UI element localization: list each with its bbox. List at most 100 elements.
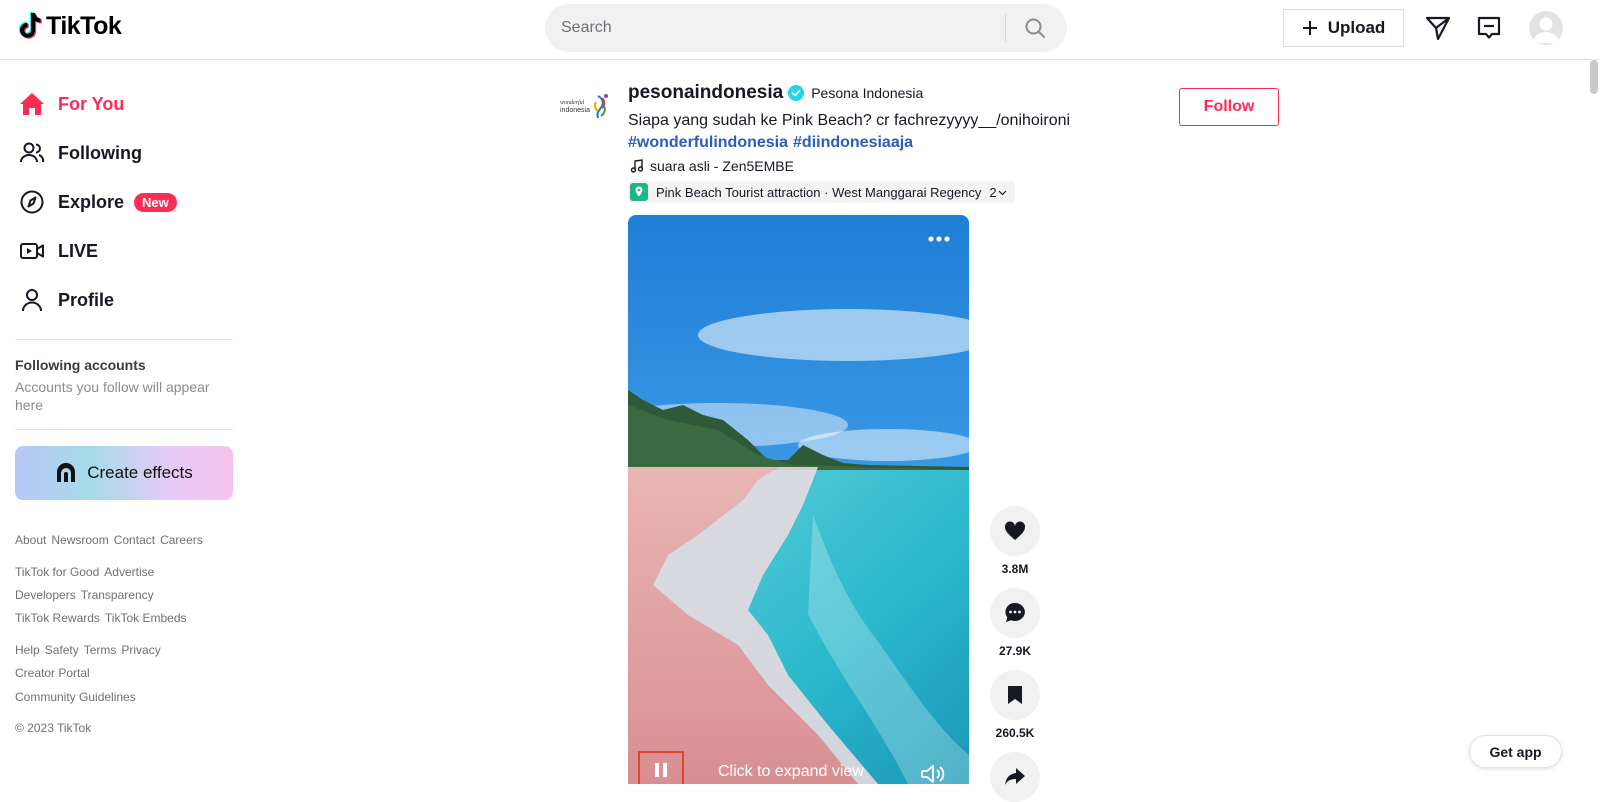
author-info[interactable]: pesonaindonesia Pesona Indonesia bbox=[628, 82, 923, 104]
upload-button[interactable]: Upload bbox=[1283, 9, 1404, 47]
footer-links-row: Creator Portal bbox=[15, 666, 90, 680]
users-icon bbox=[18, 139, 46, 167]
more-options-icon[interactable] bbox=[927, 235, 951, 243]
author-username[interactable]: pesonaindonesia bbox=[628, 82, 783, 104]
copyright: © 2023 TikTok bbox=[15, 721, 91, 735]
comment-button[interactable] bbox=[990, 588, 1040, 638]
search-bar bbox=[545, 4, 1067, 52]
share-icon bbox=[1005, 768, 1025, 785]
logo-word-bottom: indonesia bbox=[560, 107, 590, 114]
author-avatar[interactable]: wonderful indonesia bbox=[558, 90, 614, 126]
share-button[interactable] bbox=[990, 752, 1040, 802]
sidebar-item-label: Profile bbox=[58, 289, 115, 310]
sidebar-item-label: For You bbox=[58, 93, 125, 114]
hashtag-link[interactable]: #wonderfulindonesia bbox=[628, 132, 788, 154]
location-pin-icon bbox=[630, 183, 648, 201]
footer-link[interactable]: Developers bbox=[15, 588, 76, 602]
footer-link[interactable]: Advertise bbox=[104, 565, 154, 579]
footer-link[interactable]: Help bbox=[15, 643, 40, 657]
search-input[interactable] bbox=[545, 4, 1005, 52]
video-frame bbox=[628, 215, 969, 784]
footer-links-row: Community Guidelines bbox=[15, 690, 136, 704]
footer-links-row: Developers Transparency bbox=[15, 588, 154, 602]
video-player[interactable]: Click to expand view bbox=[628, 215, 969, 784]
messages-button[interactable] bbox=[1475, 14, 1503, 42]
sidebar-item-label: Explore bbox=[58, 191, 125, 212]
pause-button[interactable] bbox=[638, 751, 684, 784]
footer-link[interactable]: Safety bbox=[45, 643, 79, 657]
volume-icon[interactable] bbox=[920, 763, 946, 784]
share-action bbox=[990, 752, 1040, 802]
upload-label: Upload bbox=[1327, 18, 1386, 37]
sidebar-item-live[interactable]: LIVE bbox=[18, 237, 98, 265]
footer-link[interactable]: Newsroom bbox=[51, 533, 108, 547]
follow-button[interactable]: Follow bbox=[1179, 88, 1279, 126]
scroll-thumb[interactable] bbox=[1590, 60, 1598, 94]
footer-link[interactable]: Creator Portal bbox=[15, 666, 90, 680]
footer-links-row: TikTok for Good Advertise bbox=[15, 565, 154, 579]
location-count: 2 bbox=[989, 184, 997, 200]
default-avatar-icon bbox=[1533, 17, 1559, 43]
effect-house-icon bbox=[57, 463, 76, 482]
footer-link[interactable]: Privacy bbox=[121, 643, 160, 657]
footer-link[interactable]: TikTok for Good bbox=[15, 565, 99, 579]
inbox-send-button[interactable] bbox=[1424, 14, 1452, 42]
sidebar-item-for-you[interactable]: For You bbox=[18, 90, 124, 118]
sidebar-item-explore[interactable]: Explore New bbox=[18, 188, 177, 216]
music-link[interactable]: suara asli - Zen5EMBE bbox=[630, 158, 794, 174]
footer-link[interactable]: Contact bbox=[114, 533, 155, 547]
bookmark-button[interactable] bbox=[990, 670, 1040, 720]
footer-link[interactable]: About bbox=[15, 533, 46, 547]
location-label: Pink Beach Tourist attraction · West Man… bbox=[656, 184, 982, 200]
footer-link[interactable]: Transparency bbox=[81, 588, 154, 602]
hashtag-link[interactable]: #diindonesiaaja bbox=[793, 132, 913, 154]
sidebar-item-following[interactable]: Following bbox=[18, 139, 142, 167]
footer-link[interactable]: TikTok Embeds bbox=[105, 611, 187, 625]
person-icon bbox=[18, 286, 46, 314]
tiktok-note-icon bbox=[18, 12, 42, 39]
footer-link[interactable]: Terms bbox=[84, 643, 117, 657]
location-count-toggle[interactable]: 2 bbox=[989, 184, 1007, 200]
post-caption: Siapa yang sudah ke Pink Beach? cr fachr… bbox=[628, 112, 1071, 129]
expand-view-hint[interactable]: Click to expand view bbox=[718, 763, 864, 781]
footer-links-row: About Newsroom Contact Careers bbox=[15, 533, 203, 547]
sidebar-divider bbox=[15, 339, 233, 340]
following-accounts-title: Following accounts bbox=[15, 357, 146, 373]
footer-link[interactable]: Careers bbox=[160, 533, 203, 547]
music-note-icon bbox=[630, 159, 644, 173]
compass-icon bbox=[18, 188, 46, 216]
footer-link[interactable]: Community Guidelines bbox=[15, 690, 136, 704]
footer-links-row: TikTok Rewards TikTok Embeds bbox=[15, 611, 187, 625]
copyright-text: © 2023 TikTok bbox=[15, 721, 92, 735]
get-app-button[interactable]: Get app bbox=[1469, 735, 1562, 768]
comment-action: 27.9K bbox=[990, 588, 1040, 658]
sidebar: For You Following Explore New LIVE Profi… bbox=[0, 60, 245, 784]
home-icon bbox=[18, 90, 46, 118]
search-button[interactable] bbox=[1006, 4, 1064, 52]
new-badge: New bbox=[134, 192, 177, 212]
comment-icon bbox=[1005, 602, 1025, 622]
like-action: 3.8M bbox=[990, 506, 1040, 576]
logo-text: TikTok bbox=[46, 11, 122, 40]
search-icon bbox=[1025, 18, 1045, 38]
like-button[interactable] bbox=[990, 506, 1040, 556]
author-nickname: Pesona Indonesia bbox=[811, 85, 924, 101]
user-avatar[interactable] bbox=[1529, 11, 1563, 45]
plus-icon bbox=[1302, 21, 1317, 35]
page-scrollbar[interactable] bbox=[1590, 60, 1598, 784]
footer-link[interactable]: TikTok Rewards bbox=[15, 611, 100, 625]
tiktok-logo[interactable]: TikTok bbox=[16, 11, 122, 41]
top-header: TikTok Upload bbox=[0, 0, 1600, 60]
message-icon bbox=[1477, 16, 1501, 39]
following-accounts-subtitle: Accounts you follow will appear here bbox=[15, 379, 210, 413]
music-title: suara asli - Zen5EMBE bbox=[650, 158, 794, 174]
wonderful-indonesia-logo: wonderful indonesia bbox=[560, 94, 608, 119]
create-effects-button[interactable]: Create effects bbox=[15, 446, 233, 500]
sidebar-divider bbox=[15, 429, 233, 430]
bookmark-icon bbox=[1008, 686, 1022, 704]
comment-count: 27.9K bbox=[998, 644, 1032, 658]
location-tag[interactable]: Pink Beach Tourist attraction · West Man… bbox=[628, 181, 1015, 203]
create-effects-label: Create effects bbox=[87, 463, 193, 482]
pause-icon bbox=[655, 763, 667, 777]
sidebar-item-profile[interactable]: Profile bbox=[18, 286, 114, 314]
